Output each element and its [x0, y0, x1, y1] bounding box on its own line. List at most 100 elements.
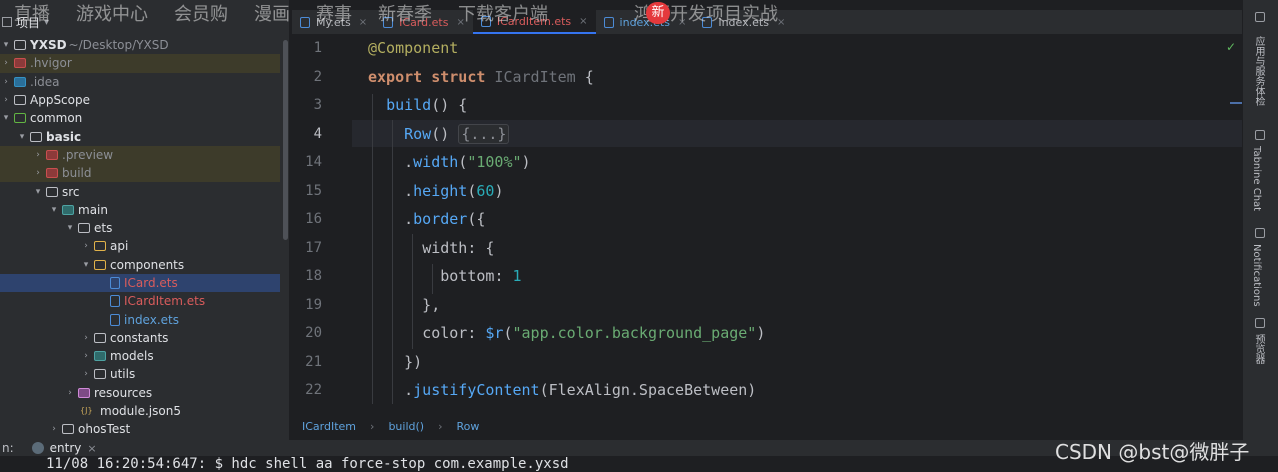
tree-item-label: .hvigor — [30, 56, 72, 71]
close-icon[interactable]: × — [87, 442, 96, 455]
code-token: }) — [368, 352, 423, 371]
console-output-line: 11/08 16:20:54:647: $ hdc shell aa force… — [46, 456, 569, 472]
code-token: bottom — [440, 267, 495, 285]
nav-item-game-center[interactable]: 游戏中心 — [76, 0, 148, 30]
breadcrumb-item[interactable]: build() — [388, 420, 424, 433]
chevron-right-icon[interactable]: › — [48, 424, 60, 434]
notifications-icon[interactable] — [1255, 228, 1265, 238]
tool-tab-app-check[interactable]: 应用与服务体检 — [1251, 36, 1266, 106]
chevron-right-icon[interactable]: › — [0, 58, 12, 68]
watermark: CSDN @bst@微胖子 — [1055, 440, 1250, 464]
code-token: . — [368, 181, 414, 200]
code-token: width — [413, 153, 459, 171]
tree-item-main[interactable]: ▾ main — [0, 201, 280, 219]
tree-item-label: index.ets — [124, 312, 179, 327]
nav-item-download-client[interactable]: 下载客户端 — [458, 0, 548, 30]
code-token: struct — [431, 67, 486, 86]
chevron-right-icon[interactable]: › — [32, 168, 44, 178]
code-editor[interactable]: @Component export struct ICardItem { buil… — [352, 34, 1242, 408]
breadcrumb-item[interactable]: Row — [456, 420, 479, 433]
tree-item-models[interactable]: › models — [0, 347, 280, 365]
chevron-right-icon[interactable]: › — [80, 333, 92, 343]
folded-region[interactable]: {...} — [458, 123, 510, 144]
tree-item-constants[interactable]: › constants — [0, 329, 280, 347]
chevron-right-icon[interactable]: › — [64, 388, 76, 398]
line-number: 21 — [305, 354, 322, 370]
inspection-ok-icon[interactable]: ✓ — [1226, 40, 1236, 54]
tree-item-src[interactable]: ▾ src — [0, 182, 280, 200]
tree-item-components[interactable]: ▾ components — [0, 256, 280, 274]
tree-item-api[interactable]: › api — [0, 237, 280, 255]
code-line: width: { — [368, 234, 494, 262]
line-number: 20 — [305, 325, 322, 341]
chevron-down-icon[interactable]: ▾ — [64, 223, 76, 233]
code-token: @Component — [368, 39, 459, 57]
code-token: . — [368, 210, 414, 228]
run-bar-prefix: n: — [2, 441, 14, 455]
run-tab-entry[interactable]: entry — [50, 441, 82, 455]
tree-item-common[interactable]: ▾ common — [0, 109, 280, 127]
tree-item-icard-ets[interactable]: ICard.ets — [0, 273, 280, 293]
line-number: 16 — [305, 211, 322, 227]
breadcrumb-item[interactable]: ICardItem — [302, 420, 356, 433]
code-line: }) — [368, 348, 422, 376]
excluded-folder-icon — [46, 149, 58, 160]
tree-item-ets[interactable]: ▾ ets — [0, 219, 280, 237]
tool-tab-notifications[interactable]: Notifications — [1251, 244, 1262, 307]
tree-item-label: .preview — [62, 147, 114, 162]
tree-item-label: models — [110, 349, 154, 364]
project-scrollbar[interactable] — [283, 40, 288, 240]
chevron-down-icon[interactable]: ▾ — [32, 187, 44, 197]
tree-item-utils[interactable]: › utils — [0, 365, 280, 383]
chevron-right-icon[interactable]: › — [32, 150, 44, 160]
tabnine-icon[interactable] — [1255, 130, 1265, 140]
breadcrumb-separator: › — [438, 419, 443, 433]
tree-item-index-ets[interactable]: index.ets — [0, 310, 280, 328]
tree-item-hvigor[interactable]: › .hvigor — [0, 54, 280, 73]
code-token: }, — [368, 295, 441, 314]
previewer-icon[interactable] — [1255, 318, 1265, 328]
chevron-right-icon[interactable]: › — [0, 77, 12, 87]
nav-item-live[interactable]: 直播 — [14, 0, 50, 30]
code-token: . — [368, 381, 414, 399]
tree-item-label: ICard.ets — [124, 276, 178, 290]
tree-item-ohostest[interactable]: › ohosTest — [0, 420, 280, 438]
chevron-down-icon[interactable]: ▾ — [80, 260, 92, 270]
nav-item-comics[interactable]: 漫画 — [254, 0, 290, 30]
nav-item-events[interactable]: 赛事 — [316, 0, 352, 30]
nav-item-spring[interactable]: 新春季 — [378, 0, 432, 30]
code-line: .width("100%") — [368, 148, 530, 176]
chevron-down-icon[interactable]: ▾ — [16, 132, 28, 142]
tree-item-basic[interactable]: ▾ basic — [0, 127, 280, 145]
tree-item-resources[interactable]: › resources — [0, 384, 280, 402]
chevron-right-icon[interactable]: › — [80, 369, 92, 379]
line-number: 14 — [305, 154, 322, 170]
tree-item-appscope[interactable]: › AppScope — [0, 91, 280, 109]
code-line: .height(60) — [368, 177, 503, 205]
tree-item-label: module.json5 — [100, 404, 181, 419]
chevron-right-icon[interactable]: › — [0, 95, 12, 105]
chevron-right-icon[interactable]: › — [80, 241, 92, 251]
nav-item-vip-shop[interactable]: 会员购 — [174, 0, 228, 30]
code-line: bottom: 1 — [368, 262, 521, 290]
tree-item-idea[interactable]: › .idea — [0, 73, 280, 91]
tree-item-root[interactable]: ▾ YXSD ~/Desktop/YXSD — [0, 36, 280, 54]
project-tree: ▾ YXSD ~/Desktop/YXSD › .hvigor › .idea … — [0, 36, 280, 439]
chevron-down-icon[interactable]: ▾ — [0, 113, 12, 123]
tree-item-label: build — [62, 166, 92, 181]
line-number: 3 — [313, 97, 322, 113]
tree-item-preview[interactable]: › .preview — [0, 145, 280, 165]
folder-icon — [94, 351, 106, 362]
folder-icon — [14, 76, 26, 87]
tree-item-icarditem-ets[interactable]: ICardItem.ets — [0, 292, 280, 310]
tool-tab-tabnine-chat[interactable]: Tabnine Chat — [1251, 146, 1262, 211]
tree-item-module-json5[interactable]: {J} module.json5 — [0, 402, 280, 420]
chevron-right-icon[interactable]: › — [80, 351, 92, 361]
tree-item-build[interactable]: › build — [0, 164, 280, 183]
code-token: "100%" — [467, 153, 522, 171]
tool-tab-previewer[interactable]: 预览器 — [1251, 334, 1266, 364]
chevron-down-icon[interactable]: ▾ — [0, 40, 12, 50]
chevron-down-icon[interactable]: ▾ — [48, 205, 60, 215]
